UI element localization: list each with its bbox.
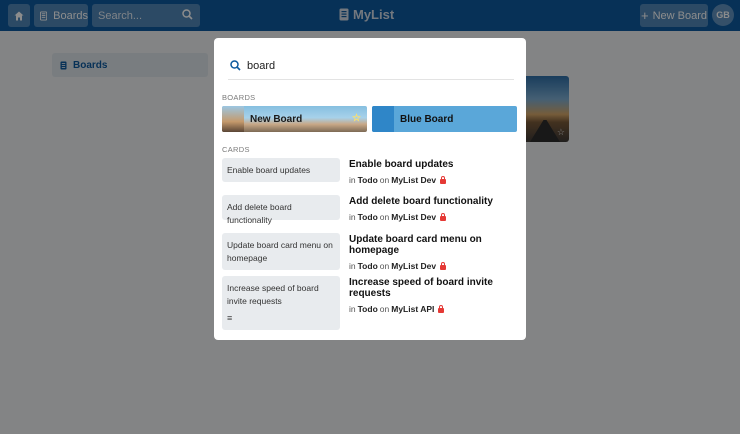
board-result-blue-board[interactable]: Blue Board (372, 106, 517, 132)
card-tile-text: Enable board updates (227, 165, 311, 175)
card-result-info[interactable]: Update board card menu on homepage in To… (349, 234, 519, 271)
card-tile-text: Add delete board functionality (227, 202, 292, 225)
card-result-tile[interactable]: Enable board updates (222, 158, 340, 182)
card-board-name: MyList API (391, 304, 435, 314)
card-list-name: Todo (357, 175, 378, 185)
card-result-title: Update board card menu on homepage (349, 234, 482, 256)
card-tile-text: Update board card menu on homepage (227, 240, 333, 263)
card-result-tile[interactable]: Update board card menu on homepage (222, 233, 340, 270)
board-result-new-board[interactable]: New Board ☆ (222, 106, 367, 132)
cards-section-heading: CARDS (222, 145, 250, 154)
card-result-title: Add delete board functionality (349, 196, 493, 207)
card-result-location: in Todo on MyList API (349, 304, 519, 314)
lock-icon (440, 175, 447, 184)
card-result-location: in Todo on MyList Dev (349, 261, 519, 271)
card-board-name: MyList Dev (391, 261, 437, 271)
card-result-info[interactable]: Add delete board functionality in Todo o… (349, 196, 519, 222)
board-thumbnail (372, 106, 394, 132)
boards-section-heading: BOARDS (222, 93, 256, 102)
card-tile-text: Increase speed of board invite requests (227, 283, 319, 306)
board-result-name: New Board (250, 113, 303, 125)
modal-search-input[interactable] (247, 59, 487, 72)
lock-icon (440, 261, 447, 270)
modal-search-bar (228, 52, 514, 80)
search-icon (230, 60, 241, 71)
card-list-name: Todo (357, 304, 378, 314)
card-list-name: Todo (357, 212, 378, 222)
card-result-title: Increase speed of board invite requests (349, 277, 493, 299)
board-result-name: Blue Board (400, 113, 454, 125)
card-result-tile[interactable]: Increase speed of board invite requests … (222, 276, 340, 330)
card-result-title: Enable board updates (349, 159, 454, 170)
card-board-name: MyList Dev (391, 212, 437, 222)
lock-icon (440, 212, 447, 221)
star-icon[interactable]: ☆ (352, 113, 361, 124)
card-result-info[interactable]: Increase speed of board invite requests … (349, 277, 519, 314)
card-result-location: in Todo on MyList Dev (349, 175, 519, 185)
card-list-name: Todo (357, 261, 378, 271)
card-board-name: MyList Dev (391, 175, 437, 185)
card-result-tile[interactable]: Add delete board functionality (222, 195, 340, 225)
board-thumbnail (222, 106, 244, 132)
card-result-location: in Todo on MyList Dev (349, 212, 519, 222)
description-icon: ≡ (227, 313, 233, 323)
lock-icon (438, 304, 445, 313)
card-result-info[interactable]: Enable board updates in Todo on MyList D… (349, 159, 519, 185)
search-modal: BOARDS New Board ☆ Blue Board CARDS Enab… (214, 38, 526, 340)
